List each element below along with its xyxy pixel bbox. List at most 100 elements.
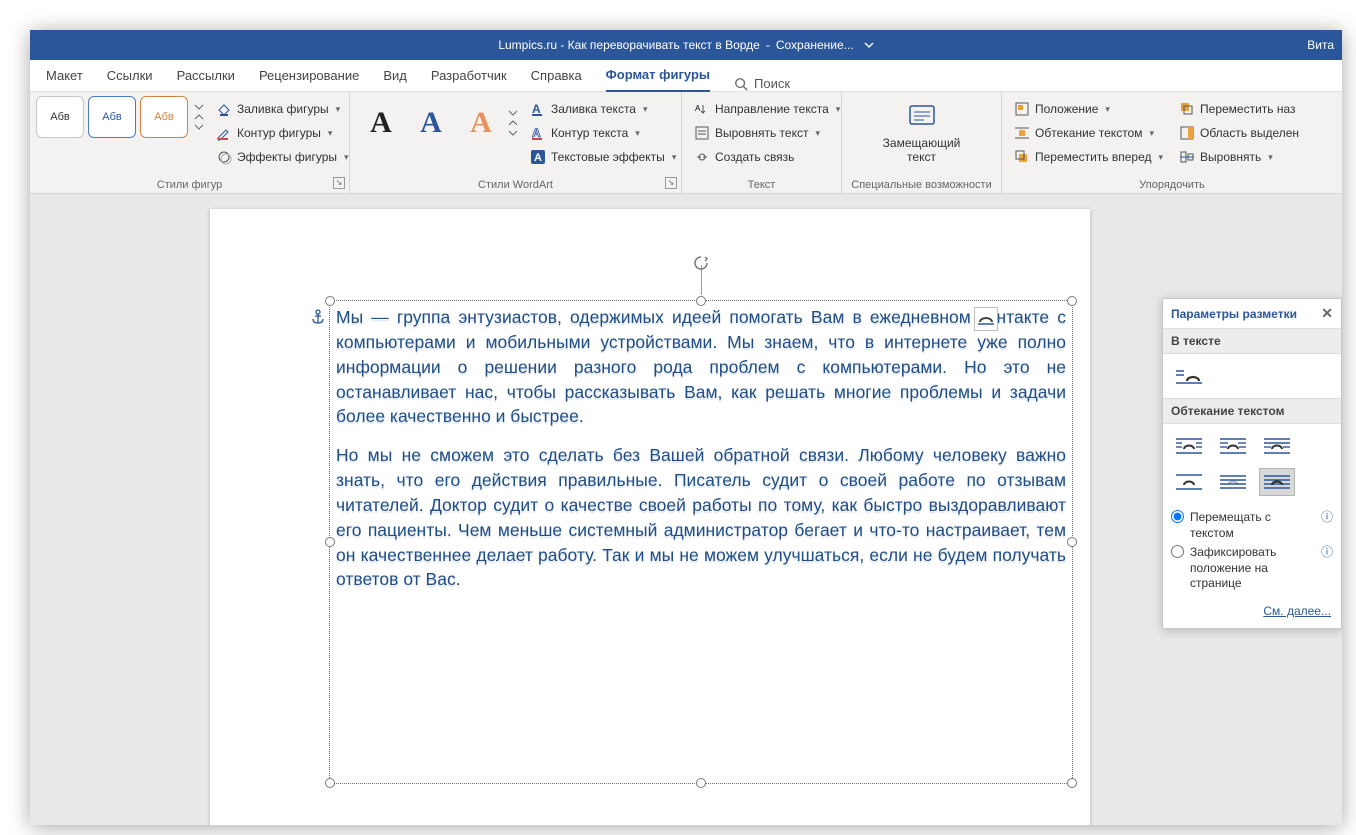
shape-style-gallery-more[interactable] (192, 101, 206, 133)
tell-me-search[interactable]: Поиск (734, 76, 790, 91)
shape-style-thumb-2[interactable]: Абв (88, 96, 136, 138)
save-status: Сохранение... (776, 38, 854, 52)
info-icon[interactable]: ⓘ (1321, 545, 1333, 561)
resize-handle-l[interactable] (325, 537, 335, 547)
shape-fill-button[interactable]: Заливка фигуры▾ (212, 98, 353, 120)
align-button[interactable]: Выровнять▾ (1175, 146, 1303, 168)
wrap-inline[interactable] (1171, 362, 1207, 390)
page: Мы — группа энтузиастов, одержимых идеей… (210, 209, 1090, 825)
link-icon (694, 149, 710, 165)
svg-text:A: A (532, 126, 541, 140)
group-wordart-styles: A A A A Заливка текста▾ A (350, 92, 682, 193)
shape-effects-button[interactable]: Эффекты фигуры▾ (212, 146, 353, 168)
svg-text:A: A (532, 102, 541, 116)
text-fill-button[interactable]: A Заливка текста▾ (526, 98, 680, 120)
resize-handle-tr[interactable] (1067, 296, 1077, 306)
wrap-behind[interactable] (1215, 468, 1251, 496)
group-accessibility: Замещающий текст Специальные возможности (842, 92, 1002, 193)
tab-view[interactable]: Вид (383, 62, 407, 91)
send-backward-button[interactable]: Переместить наз (1175, 98, 1303, 120)
tab-help[interactable]: Справка (531, 62, 582, 91)
ribbon: Абв Абв Абв Заливка фигуры▾ (30, 92, 1342, 194)
flyout-title: Параметры разметки (1171, 307, 1297, 321)
wrap-tight[interactable] (1215, 432, 1251, 460)
radio-move-with-text[interactable]: Перемещать с текстом ⓘ (1171, 510, 1333, 541)
tab-mailings[interactable]: Рассылки (177, 62, 235, 91)
text-direction-icon: A (694, 101, 710, 117)
resize-handle-tl[interactable] (325, 296, 335, 306)
tab-developer[interactable]: Разработчик (431, 62, 507, 91)
search-icon (734, 77, 748, 91)
bring-forward-icon (1014, 149, 1030, 165)
anchor-icon (310, 309, 326, 325)
shape-styles-launcher[interactable]: ↘ (333, 177, 345, 189)
see-more-link[interactable]: См. далее... (1263, 604, 1331, 618)
titlebar: Lumpics.ru - Как переворачивать текст в … (30, 30, 1342, 60)
text-effects-button[interactable]: A Текстовые эффекты▾ (526, 146, 680, 168)
paragraph-1: Мы — группа энтузиастов, одержимых идеей… (336, 305, 1066, 429)
bring-forward-button[interactable]: Переместить вперед▾ (1010, 146, 1167, 168)
resize-handle-b[interactable] (696, 778, 706, 788)
wrap-text-icon (1014, 125, 1030, 141)
document-canvas[interactable]: Мы — группа энтузиастов, одержимых идеей… (30, 194, 1342, 825)
wrap-through[interactable] (1259, 432, 1295, 460)
tab-shape-format[interactable]: Формат фигуры (606, 61, 710, 92)
alt-text-button[interactable]: Замещающий текст (881, 96, 963, 169)
app-window: Lumpics.ru - Как переворачивать текст в … (30, 30, 1342, 825)
wrap-square[interactable] (1171, 432, 1207, 460)
resize-handle-br[interactable] (1067, 778, 1077, 788)
resize-handle-bl[interactable] (325, 778, 335, 788)
wrap-text-button[interactable]: Обтекание текстом▾ (1010, 122, 1167, 144)
info-icon[interactable]: ⓘ (1321, 510, 1333, 526)
wrap-top-bottom[interactable] (1171, 468, 1207, 496)
radio-fix-position[interactable]: Зафиксировать положение на странице ⓘ (1171, 545, 1333, 592)
group-text: A Направление текста▾ Выровнять текст▾ С… (682, 92, 842, 193)
shape-style-thumb-1[interactable]: Абв (36, 96, 84, 138)
wordart-gallery-more[interactable] (506, 107, 520, 139)
tab-review[interactable]: Рецензирование (259, 62, 359, 91)
create-link-button[interactable]: Создать связь (690, 146, 844, 168)
shape-outline-button[interactable]: Контур фигуры▾ (212, 122, 353, 144)
flyout-section-wrap: Обтекание текстом (1163, 398, 1341, 424)
selection-pane-button[interactable]: Область выделен (1175, 122, 1303, 144)
wordart-launcher[interactable]: ↘ (665, 177, 677, 189)
letter-effects-icon: A (530, 149, 546, 165)
selected-textbox[interactable]: Мы — группа энтузиастов, одержимых идеей… (330, 301, 1072, 783)
letter-fill-icon: A (530, 101, 546, 117)
ribbon-tabs: Макет Ссылки Рассылки Рецензирование Вид… (30, 60, 1342, 92)
position-icon (1014, 101, 1030, 117)
text-outline-button[interactable]: A Контур текста▾ (526, 122, 680, 144)
letter-outline-icon: A (530, 125, 546, 141)
shape-style-thumb-3[interactable]: Абв (140, 96, 188, 138)
paint-bucket-icon (216, 101, 232, 117)
effects-icon (216, 149, 232, 165)
pencil-icon (216, 125, 232, 141)
send-backward-icon (1179, 101, 1195, 117)
group-arrange: Положение▾ Обтекание текстом▾ Переместит… (1002, 92, 1342, 193)
svg-text:A: A (534, 152, 542, 164)
text-direction-button[interactable]: A Направление текста▾ (690, 98, 844, 120)
resize-handle-r[interactable] (1067, 537, 1077, 547)
align-text-icon (694, 125, 710, 141)
layout-options-flyout: Параметры разметки ✕ В тексте Обтекание … (1162, 298, 1342, 629)
tab-layout[interactable]: Макет (46, 62, 83, 91)
tab-references[interactable]: Ссылки (107, 62, 153, 91)
wordart-thumb-3[interactable]: A (456, 96, 506, 150)
wordart-thumb-2[interactable]: A (406, 96, 456, 150)
svg-text:A: A (695, 104, 701, 113)
align-text-button[interactable]: Выровнять текст▾ (690, 122, 844, 144)
align-icon (1179, 149, 1195, 165)
textbox-content[interactable]: Мы — группа энтузиастов, одержимых идеей… (336, 305, 1066, 779)
selection-pane-icon (1179, 125, 1195, 141)
group-shape-styles: Абв Абв Абв Заливка фигуры▾ (30, 92, 350, 193)
position-button[interactable]: Положение▾ (1010, 98, 1167, 120)
chevron-down-icon[interactable] (864, 40, 874, 50)
paragraph-2: Но мы не сможем это сделать без Вашей об… (336, 443, 1066, 592)
user-name[interactable]: Вита (1307, 38, 1334, 52)
wrap-in-front[interactable] (1259, 468, 1295, 496)
wordart-thumb-1[interactable]: A (356, 96, 406, 150)
flyout-section-inline: В тексте (1163, 328, 1341, 354)
layout-options-tag[interactable] (974, 307, 998, 331)
flyout-close-button[interactable]: ✕ (1321, 305, 1333, 322)
rotation-handle[interactable] (693, 255, 709, 271)
